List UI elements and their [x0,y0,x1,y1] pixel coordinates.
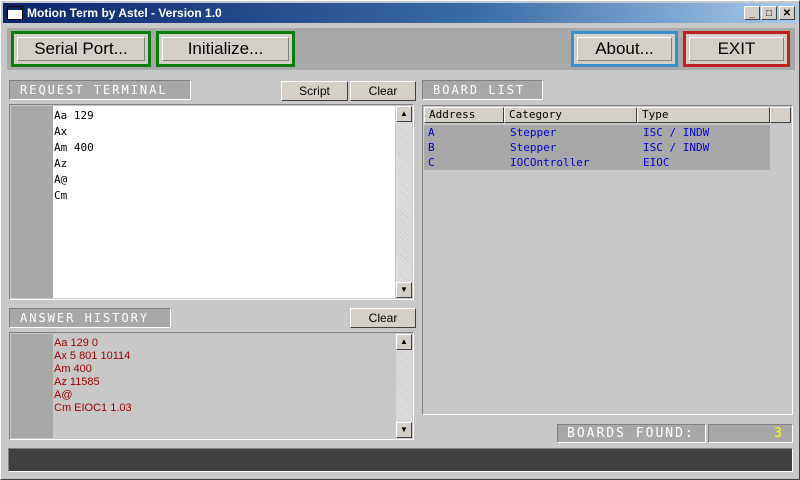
answer-line: A@ [54,389,73,401]
board-row[interactable]: C IOCOntroller EIOC [424,155,770,170]
request-line: Az [54,157,68,170]
arrow-down-icon[interactable]: ▼ [396,282,412,298]
request-line: A@ [54,173,68,186]
arrow-up-icon[interactable]: ▲ [396,334,412,350]
status-bar [8,448,793,472]
board-category: IOCOntroller [510,156,590,169]
board-category: Stepper [510,141,557,154]
board-address: A [428,126,435,139]
board-type: ISC / INDW [643,126,710,139]
board-category: Stepper [510,126,557,139]
answer-text-area[interactable]: Aa 129 0 Ax 5 801 10114 Am 400 Az 11585 … [53,334,395,438]
board-address: C [428,156,435,169]
request-line: Am 400 [54,141,94,154]
serial-port-label: Serial Port... [34,39,128,58]
column-header-spacer [770,107,791,123]
answer-line: Az 11585 [54,376,100,388]
request-clear-button[interactable]: Clear [350,81,416,101]
board-list-panel: Address Category Type A Stepper ISC / IN… [422,105,793,415]
minimize-button[interactable]: _ [744,6,760,20]
window-title: Motion Term by Astel - Version 1.0 [27,6,222,20]
request-terminal-label: REQUEST TERMINAL [9,80,191,100]
board-address: B [428,141,435,154]
answer-line: Cm EIOC1 1.03 [54,402,132,414]
toolbar: Serial Port... Initialize... About... EX… [7,28,795,70]
exit-label: EXIT [717,39,756,58]
answer-history-panel: Aa 129 0 Ax 5 801 10114 Am 400 Az 11585 … [9,332,414,440]
boards-found-label: BOARDS FOUND: [557,424,706,443]
request-line: Cm [54,189,68,202]
board-list-label: BOARD LIST [422,80,543,100]
initialize-label: Initialize... [187,39,264,58]
answer-scrollbar[interactable]: ▲ ▼ [396,334,412,438]
column-header-type[interactable]: Type [637,107,770,123]
about-button[interactable]: About... [571,31,678,67]
board-type: ISC / INDW [643,141,710,154]
initialize-button[interactable]: Initialize... [156,31,295,67]
answer-line: Aa 129 0 [54,337,99,349]
column-header-address[interactable]: Address [424,107,504,123]
request-line: Aa 129 [54,109,94,122]
request-text-area[interactable]: Aa 129 Ax Am 400 Az A@ Cm [53,106,395,298]
board-row[interactable]: B Stepper ISC / INDW [424,140,770,155]
answer-history-label: ANSWER HISTORY [9,308,171,328]
maximize-button[interactable]: □ [761,6,777,20]
exit-button[interactable]: EXIT [683,31,790,67]
column-header-category[interactable]: Category [504,107,637,123]
board-row[interactable]: A Stepper ISC / INDW [424,125,770,140]
window-icon [7,6,23,20]
arrow-down-icon[interactable]: ▼ [396,422,412,438]
title-bar[interactable]: Motion Term by Astel - Version 1.0 _ □ ✕ [3,3,797,23]
script-button[interactable]: Script [281,81,348,101]
request-terminal-panel: Aa 129 Ax Am 400 Az A@ Cm ▲ ▼ [9,104,414,300]
answer-clear-button[interactable]: Clear [350,308,416,328]
answer-line: Am 400 [54,363,92,375]
serial-port-button[interactable]: Serial Port... [11,31,151,67]
about-label: About... [595,39,654,58]
app-window: Motion Term by Astel - Version 1.0 _ □ ✕… [0,0,800,480]
request-scrollbar[interactable]: ▲ ▼ [396,106,412,298]
request-gutter [11,106,53,298]
close-button[interactable]: ✕ [779,6,795,20]
answer-gutter [11,334,53,438]
boards-found-value: 3 [708,424,793,443]
board-type: EIOC [643,156,670,169]
arrow-up-icon[interactable]: ▲ [396,106,412,122]
request-line: Ax [54,125,68,138]
answer-line: Ax 5 801 10114 [54,350,131,362]
